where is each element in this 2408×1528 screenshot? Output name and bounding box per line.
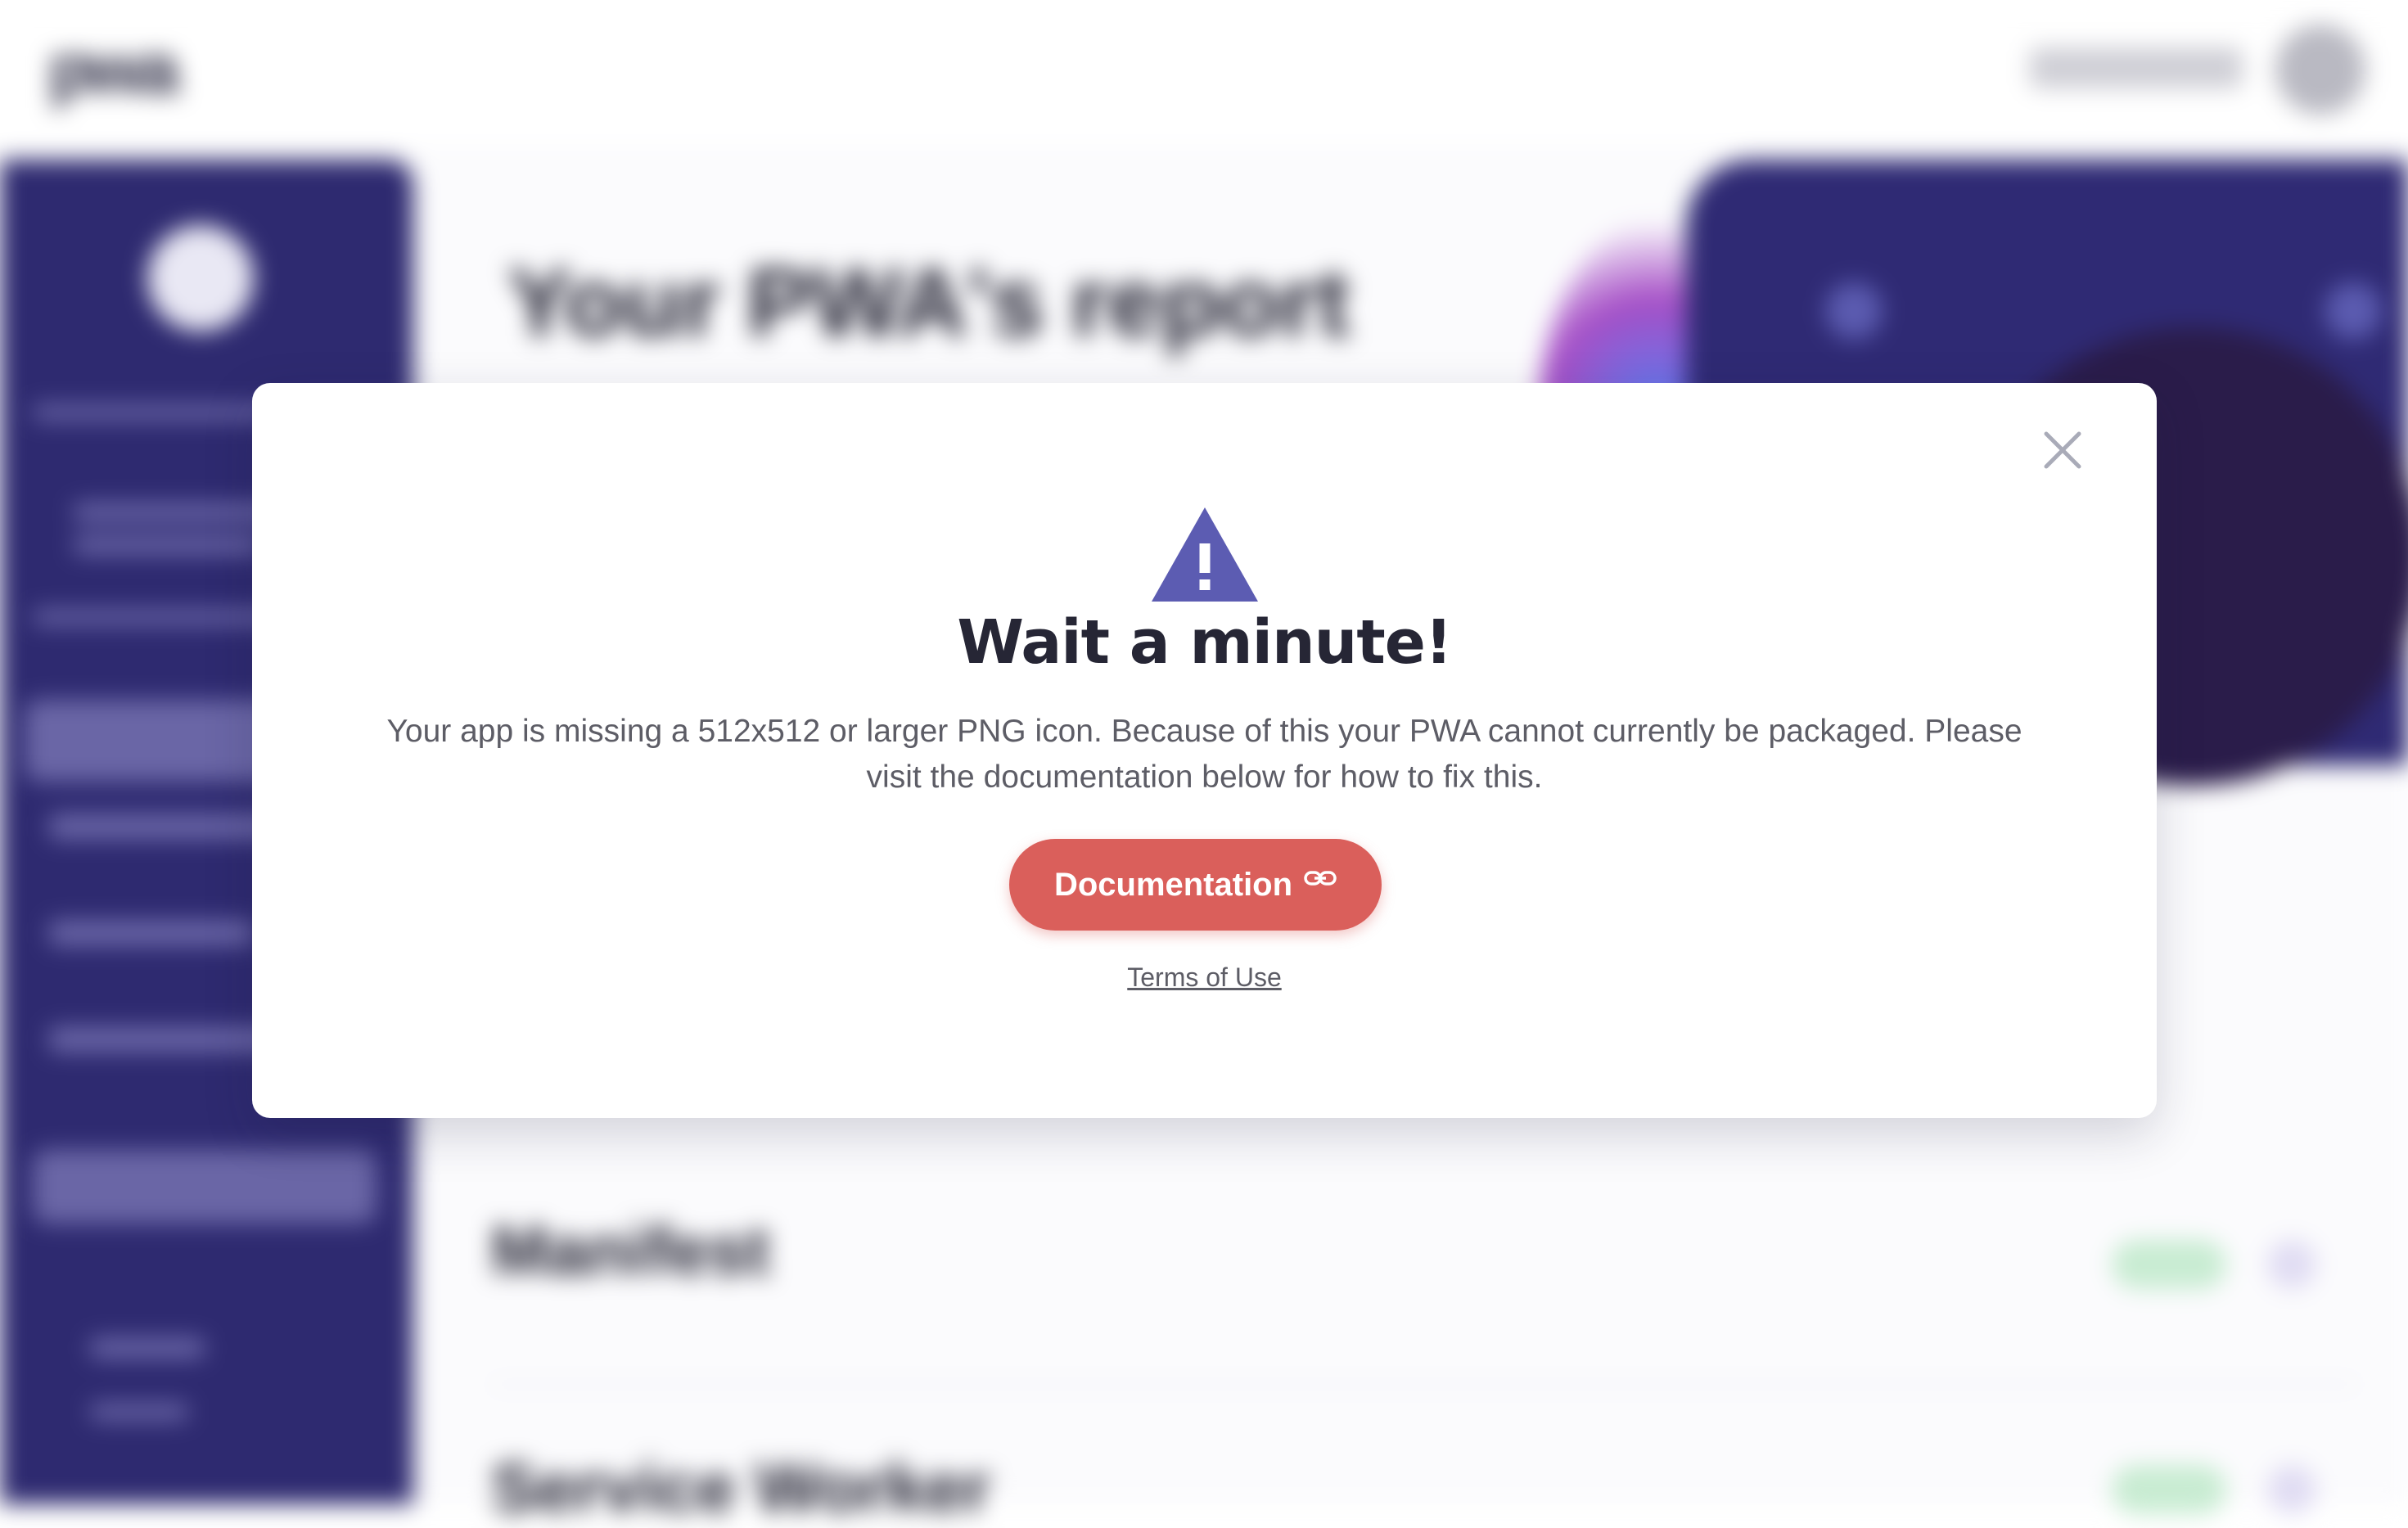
sidebar-line <box>74 503 278 521</box>
sidebar-line <box>49 814 278 839</box>
top-nav-link <box>2030 47 2243 88</box>
sidebar-avatar <box>147 225 254 331</box>
status-pill <box>2112 1465 2226 1514</box>
status-pill <box>2267 1240 2316 1289</box>
hero-dot <box>2325 282 2382 340</box>
status-pill <box>2267 1465 2316 1514</box>
documentation-button[interactable]: Documentation <box>1009 839 1382 931</box>
sidebar-line <box>90 1404 188 1420</box>
modal-title: Wait a minute! <box>957 607 1452 678</box>
documentation-button-label: Documentation <box>1053 866 1293 903</box>
section-title: Manifest <box>491 1212 770 1289</box>
top-avatar <box>2275 25 2365 115</box>
logo: pwa <box>49 30 179 109</box>
status-pill <box>2112 1240 2226 1289</box>
modal-message: Your app is missing a 512x512 or larger … <box>386 714 2022 795</box>
sidebar-line <box>90 1338 205 1358</box>
sidebar-line <box>33 610 278 624</box>
link-icon <box>1304 866 1337 890</box>
sidebar-line <box>49 921 254 945</box>
terms-link-row: Terms of Use <box>252 961 2157 994</box>
sidebar-line <box>74 536 262 554</box>
terms-of-use-link[interactable]: Terms of Use <box>1127 962 1281 992</box>
sidebar-line <box>49 1027 278 1052</box>
warning-triangle-icon <box>1152 507 1258 602</box>
sidebar-line <box>33 405 278 420</box>
close-icon[interactable] <box>2038 426 2087 475</box>
divider <box>491 1383 2357 1386</box>
section-title: Service Worker <box>491 1449 991 1526</box>
top-bar: pwa <box>0 0 2408 147</box>
hero-dot <box>1825 282 1883 340</box>
sidebar-button <box>33 1150 377 1224</box>
page-title: Your PWA's report <box>507 249 1350 357</box>
